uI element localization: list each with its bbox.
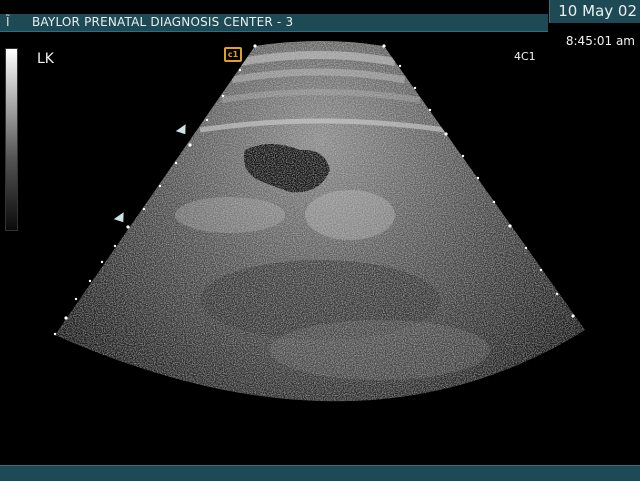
grayscale-bar bbox=[5, 48, 18, 231]
ultrasound-image bbox=[53, 41, 585, 402]
exam-date: 10 May 02 bbox=[558, 2, 637, 20]
side-label: LK bbox=[37, 51, 54, 67]
exam-time: 8:45:01 am bbox=[565, 34, 635, 48]
date-display: 10 May 02 bbox=[549, 0, 640, 23]
header-bar: Ĩ BAYLOR PRENATAL DIAGNOSIS CENTER - 3 bbox=[0, 14, 548, 32]
probe-label: 4C1 bbox=[514, 50, 536, 63]
center-title: BAYLOR PRENATAL DIAGNOSIS CENTER - 3 bbox=[32, 15, 294, 29]
orientation-marker-icon: c1 bbox=[224, 47, 242, 62]
footer-bar bbox=[0, 465, 640, 481]
probe-icon: Ĩ bbox=[6, 15, 10, 29]
scan-sector bbox=[55, 41, 585, 402]
